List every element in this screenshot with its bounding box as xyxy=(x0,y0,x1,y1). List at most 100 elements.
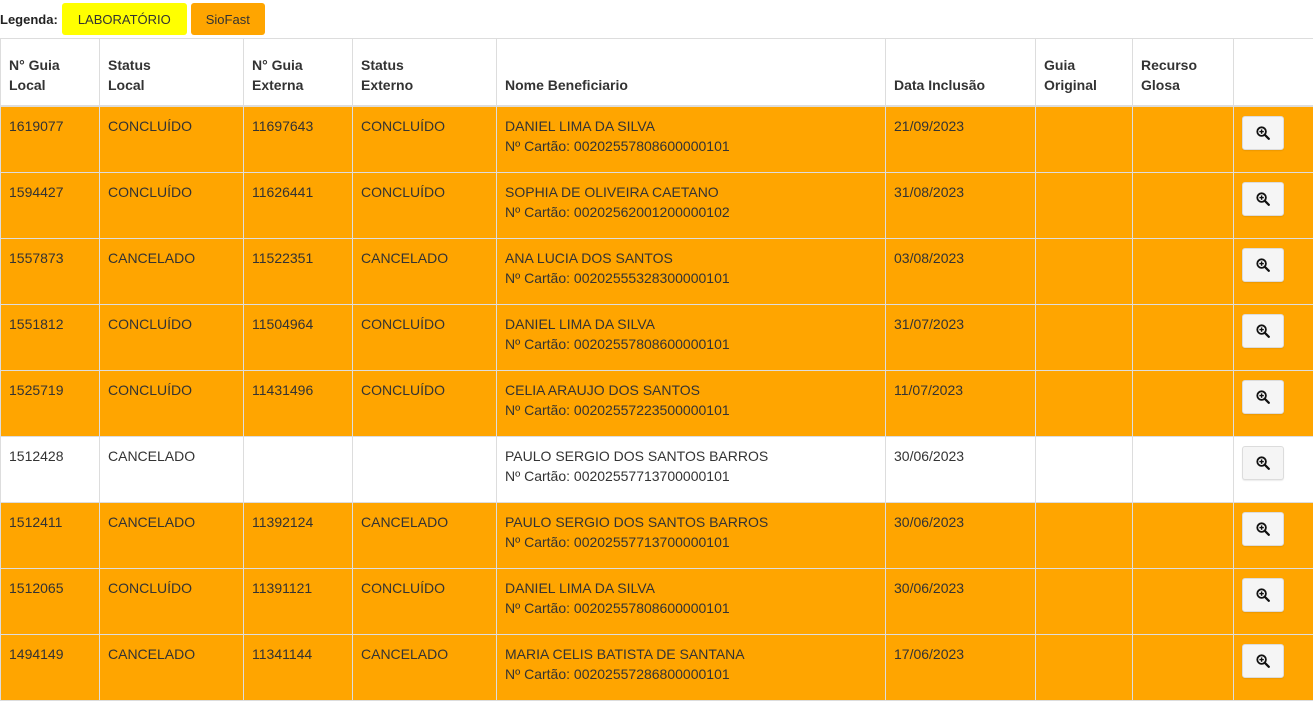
recurso-glosa-cell xyxy=(1133,173,1234,239)
zoom-in-icon xyxy=(1256,456,1270,470)
table-header-row: N° Guia LocalStatus LocalN° Guia Externa… xyxy=(1,39,1313,107)
legend-badge-laboratorio: LABORATÓRIO xyxy=(62,3,187,35)
guia-externa-cell: 11697643 xyxy=(244,106,353,173)
status-externo-cell: CONCLUÍDO xyxy=(353,173,497,239)
status-externo-cell: CONCLUÍDO xyxy=(353,569,497,635)
guia-original-cell xyxy=(1036,503,1133,569)
data-inclusao-cell: 21/09/2023 xyxy=(886,106,1036,173)
guia-externa-cell: 11392124 xyxy=(244,503,353,569)
beneficiario-nome: CELIA ARAUJO DOS SANTOS xyxy=(505,380,877,400)
header-nome-beneficiario: Nome Beneficiario xyxy=(497,39,886,107)
view-details-button[interactable] xyxy=(1242,578,1284,612)
status-externo-cell: CONCLUÍDO xyxy=(353,305,497,371)
guia-original-cell xyxy=(1036,371,1133,437)
recurso-glosa-cell xyxy=(1133,305,1234,371)
data-inclusao-cell: 30/06/2023 xyxy=(886,437,1036,503)
recurso-glosa-cell xyxy=(1133,239,1234,305)
status-externo-cell: CONCLUÍDO xyxy=(353,106,497,173)
beneficiario-cell: PAULO SERGIO DOS SANTOS BARROSNº Cartão:… xyxy=(497,437,886,503)
view-details-button[interactable] xyxy=(1242,248,1284,282)
table-row: 1619077CONCLUÍDO11697643CONCLUÍDODANIEL … xyxy=(1,106,1313,173)
status-externo-cell xyxy=(353,437,497,503)
beneficiario-nome: PAULO SERGIO DOS SANTOS BARROS xyxy=(505,512,877,532)
view-details-button[interactable] xyxy=(1242,380,1284,414)
beneficiario-cartao: Nº Cartão: 00202562001200000102 xyxy=(505,202,877,222)
data-inclusao-cell: 31/07/2023 xyxy=(886,305,1036,371)
view-details-button[interactable] xyxy=(1242,644,1284,678)
beneficiario-nome: DANIEL LIMA DA SILVA xyxy=(505,578,877,598)
beneficiario-cell: PAULO SERGIO DOS SANTOS BARROSNº Cartão:… xyxy=(497,503,886,569)
beneficiario-cartao: Nº Cartão: 00202557713700000101 xyxy=(505,466,877,486)
zoom-in-icon xyxy=(1256,390,1270,404)
table-row: 1551812CONCLUÍDO11504964CONCLUÍDODANIEL … xyxy=(1,305,1313,371)
status-local-cell: CANCELADO xyxy=(100,437,244,503)
guia-externa-cell xyxy=(244,437,353,503)
table-row: 1512428CANCELADOPAULO SERGIO DOS SANTOS … xyxy=(1,437,1313,503)
beneficiario-cartao: Nº Cartão: 00202557808600000101 xyxy=(505,598,877,618)
beneficiario-cartao: Nº Cartão: 00202557713700000101 xyxy=(505,532,877,552)
status-externo-cell: CANCELADO xyxy=(353,635,497,701)
header-acoes xyxy=(1234,39,1313,107)
guia-original-cell xyxy=(1036,173,1133,239)
guia-local-cell: 1594427 xyxy=(1,173,100,239)
status-local-cell: CONCLUÍDO xyxy=(100,305,244,371)
beneficiario-cartao: Nº Cartão: 00202557286800000101 xyxy=(505,664,877,684)
view-details-button[interactable] xyxy=(1242,116,1284,150)
action-cell xyxy=(1234,569,1313,635)
beneficiario-cartao: Nº Cartão: 00202557223500000101 xyxy=(505,400,877,420)
guia-local-cell: 1619077 xyxy=(1,106,100,173)
table-row: 1594427CONCLUÍDO11626441CONCLUÍDOSOPHIA … xyxy=(1,173,1313,239)
guia-local-cell: 1551812 xyxy=(1,305,100,371)
status-local-cell: CANCELADO xyxy=(100,503,244,569)
status-externo-cell: CANCELADO xyxy=(353,239,497,305)
view-details-button[interactable] xyxy=(1242,446,1284,480)
beneficiario-cartao: Nº Cartão: 00202557808600000101 xyxy=(505,136,877,156)
guia-original-cell xyxy=(1036,437,1133,503)
guias-table: N° Guia LocalStatus LocalN° Guia Externa… xyxy=(0,38,1313,701)
action-cell xyxy=(1234,239,1313,305)
guia-original-cell xyxy=(1036,305,1133,371)
beneficiario-cell: SOPHIA DE OLIVEIRA CAETANONº Cartão: 002… xyxy=(497,173,886,239)
beneficiario-nome: PAULO SERGIO DOS SANTOS BARROS xyxy=(505,446,877,466)
data-inclusao-cell: 03/08/2023 xyxy=(886,239,1036,305)
guia-externa-cell: 11626441 xyxy=(244,173,353,239)
action-cell xyxy=(1234,503,1313,569)
view-details-button[interactable] xyxy=(1242,314,1284,348)
beneficiario-cartao: Nº Cartão: 00202555328300000101 xyxy=(505,268,877,288)
beneficiario-nome: SOPHIA DE OLIVEIRA CAETANO xyxy=(505,182,877,202)
beneficiario-nome: ANA LUCIA DOS SANTOS xyxy=(505,248,877,268)
legend: Legenda: LABORATÓRIO SioFast xyxy=(0,0,1313,38)
action-cell xyxy=(1234,106,1313,173)
action-cell xyxy=(1234,305,1313,371)
guia-externa-cell: 11504964 xyxy=(244,305,353,371)
recurso-glosa-cell xyxy=(1133,437,1234,503)
guia-original-cell xyxy=(1036,569,1133,635)
recurso-glosa-cell xyxy=(1133,106,1234,173)
guia-original-cell xyxy=(1036,106,1133,173)
status-local-cell: CONCLUÍDO xyxy=(100,569,244,635)
guia-local-cell: 1525719 xyxy=(1,371,100,437)
beneficiario-cartao: Nº Cartão: 00202557808600000101 xyxy=(505,334,877,354)
table-row: 1494149CANCELADO11341144CANCELADOMARIA C… xyxy=(1,635,1313,701)
beneficiario-cell: MARIA CELIS BATISTA DE SANTANANº Cartão:… xyxy=(497,635,886,701)
view-details-button[interactable] xyxy=(1242,512,1284,546)
header-guia-local: N° Guia Local xyxy=(1,39,100,107)
data-inclusao-cell: 30/06/2023 xyxy=(886,569,1036,635)
guia-externa-cell: 11431496 xyxy=(244,371,353,437)
zoom-in-icon xyxy=(1256,324,1270,338)
status-externo-cell: CONCLUÍDO xyxy=(353,371,497,437)
beneficiario-cell: ANA LUCIA DOS SANTOSNº Cartão: 002025553… xyxy=(497,239,886,305)
beneficiario-nome: DANIEL LIMA DA SILVA xyxy=(505,314,877,334)
guia-original-cell xyxy=(1036,635,1133,701)
guia-externa-cell: 11341144 xyxy=(244,635,353,701)
view-details-button[interactable] xyxy=(1242,182,1284,216)
status-local-cell: CANCELADO xyxy=(100,239,244,305)
guia-externa-cell: 11391121 xyxy=(244,569,353,635)
data-inclusao-cell: 17/06/2023 xyxy=(886,635,1036,701)
legend-label: Legenda: xyxy=(0,12,58,27)
action-cell xyxy=(1234,437,1313,503)
table-row: 1512411CANCELADO11392124CANCELADOPAULO S… xyxy=(1,503,1313,569)
beneficiario-nome: MARIA CELIS BATISTA DE SANTANA xyxy=(505,644,877,664)
zoom-in-icon xyxy=(1256,654,1270,668)
guia-local-cell: 1512411 xyxy=(1,503,100,569)
